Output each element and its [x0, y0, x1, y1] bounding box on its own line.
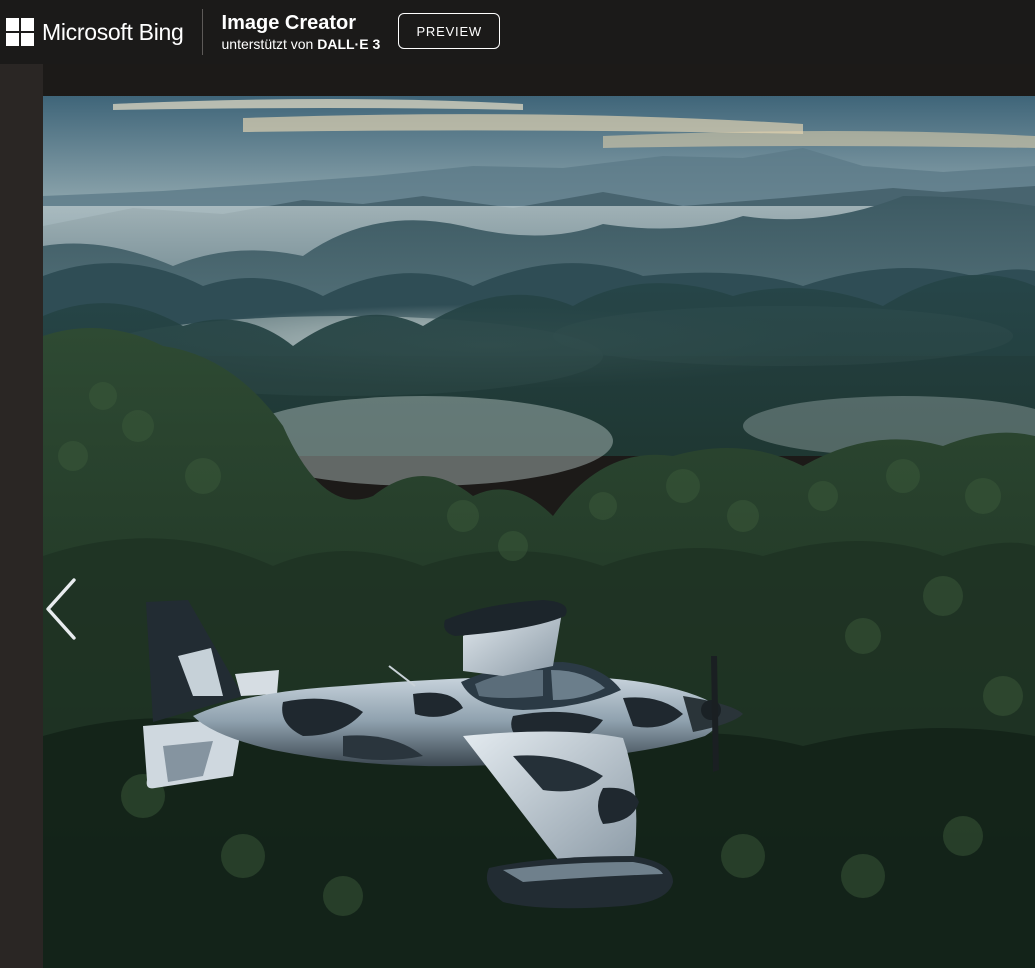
chevron-left-icon	[46, 578, 76, 640]
previous-image-button[interactable]	[43, 576, 83, 642]
content-top-band	[43, 64, 1035, 96]
top-bar: Microsoft Bing Image Creator unterstützt…	[0, 0, 1035, 64]
brand-name: Microsoft Bing	[42, 18, 184, 45]
product-subtitle: unterstützt von DALL·E 3	[222, 35, 381, 53]
preview-button[interactable]: PREVIEW	[398, 13, 501, 49]
left-panel-edge	[0, 64, 43, 968]
product-block: Image Creator unterstützt von DALL·E 3	[222, 11, 381, 53]
generated-image-canvas	[43, 96, 1035, 968]
microsoft-windows-logo-icon	[6, 18, 34, 46]
product-sub-strong: DALL·E 3	[317, 36, 381, 52]
bing-home-link[interactable]: Microsoft Bing	[6, 0, 184, 64]
product-sub-prefix: unterstützt von	[221, 36, 318, 52]
product-title: Image Creator	[221, 12, 357, 34]
header-divider	[201, 9, 203, 55]
generated-image[interactable]	[43, 96, 1035, 968]
